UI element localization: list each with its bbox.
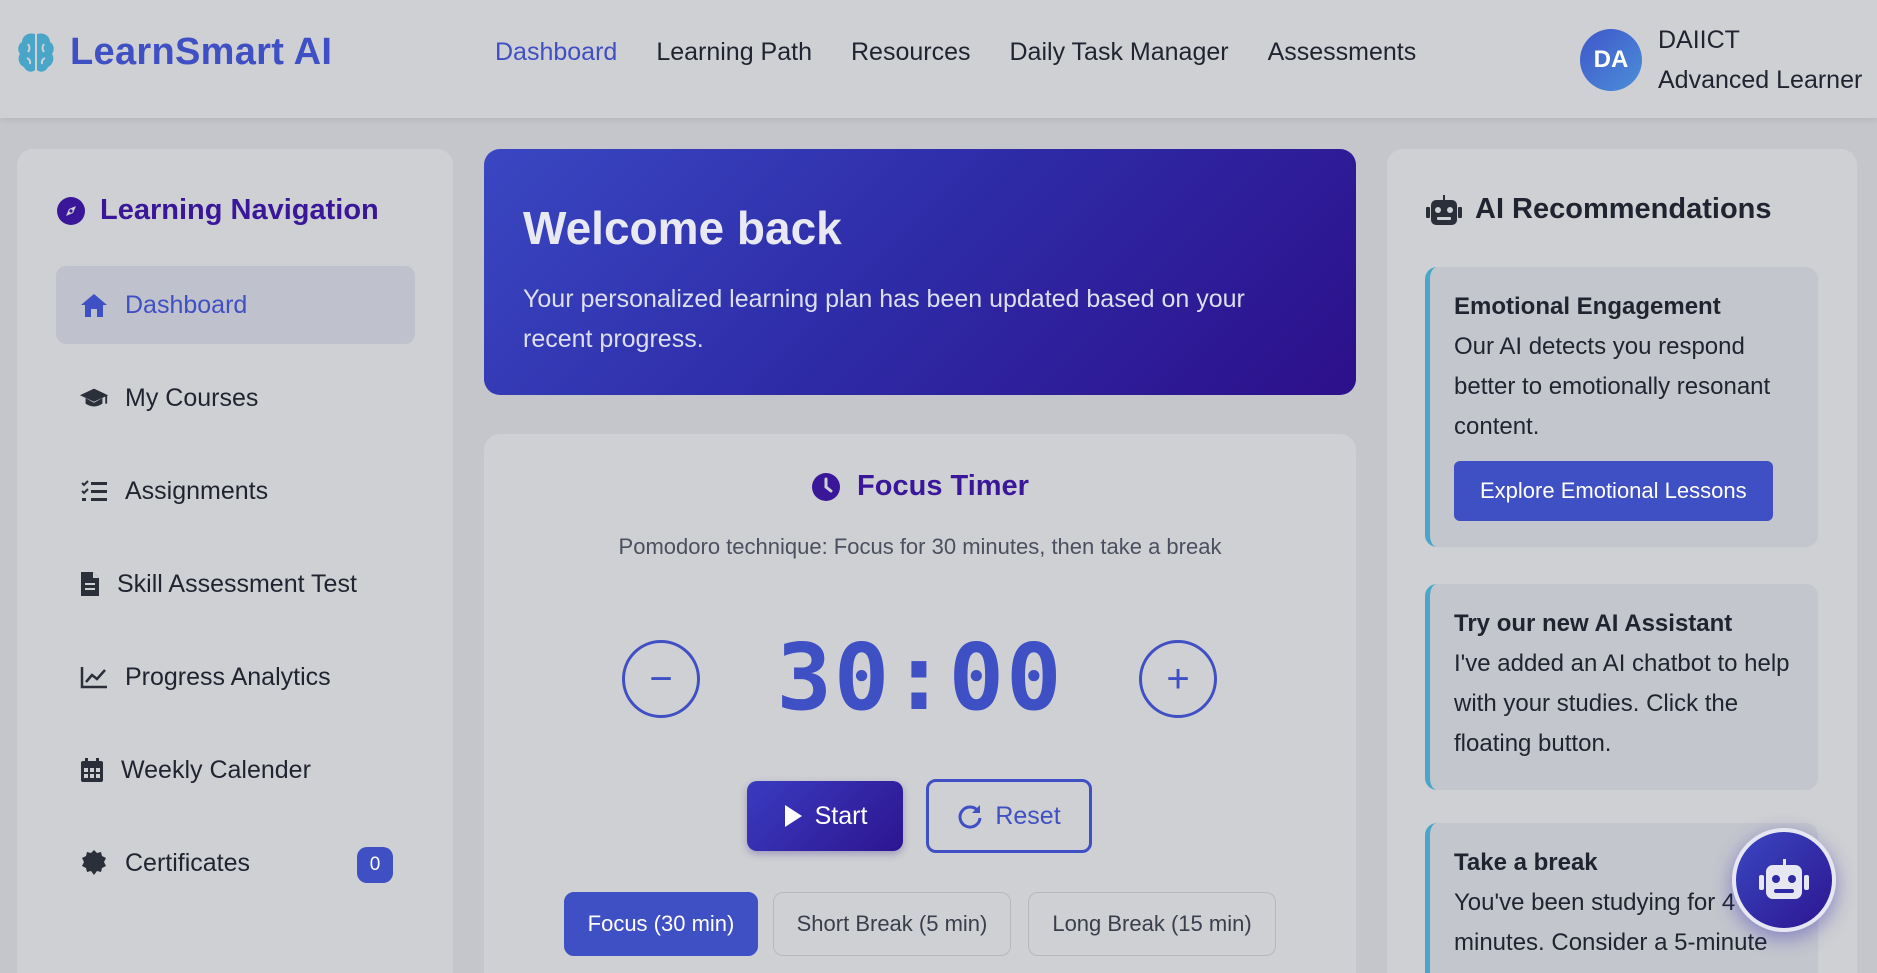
file-icon bbox=[79, 569, 101, 599]
user-name: DAIICT bbox=[1658, 26, 1740, 54]
sidebar-item-weekly-calender[interactable]: Weekly Calender bbox=[56, 731, 415, 809]
explore-emotional-lessons-button[interactable]: Explore Emotional Lessons bbox=[1454, 461, 1773, 521]
sidebar-item-label: Certificates bbox=[125, 848, 251, 877]
sidebar-item-my-courses[interactable]: My Courses bbox=[56, 359, 415, 437]
timer-title-text: Focus Timer bbox=[857, 470, 1029, 502]
timer-title: Focus Timer bbox=[484, 470, 1356, 503]
avatar[interactable]: DA bbox=[1580, 29, 1642, 91]
sidebar-item-label: Skill Assessment Test bbox=[117, 569, 357, 598]
home-icon bbox=[79, 290, 109, 320]
recommendation-title: Try our new AI Assistant bbox=[1454, 610, 1733, 637]
brain-icon bbox=[18, 33, 54, 72]
recommendation-card-emotional: Emotional Engagement Our AI detects you … bbox=[1425, 267, 1818, 547]
nav-resources[interactable]: Resources bbox=[851, 38, 971, 67]
chart-line-icon bbox=[79, 662, 109, 692]
reset-label: Reset bbox=[995, 801, 1061, 830]
welcome-message: Your personalized learning plan has been… bbox=[523, 285, 1245, 353]
user-level: Advanced Learner bbox=[1658, 66, 1863, 94]
certificate-icon bbox=[79, 848, 109, 878]
recommendation-title: Emotional Engagement bbox=[1454, 293, 1721, 320]
sidebar-item-skill-assessment-test[interactable]: Skill Assessment Test bbox=[56, 545, 415, 623]
sidebar-item-label: Dashboard bbox=[125, 290, 248, 319]
robot-icon bbox=[1426, 194, 1462, 225]
sidebar-item-label: Weekly Calender bbox=[121, 755, 311, 784]
graduation-cap-icon bbox=[79, 383, 109, 413]
sidebar-item-label: Assignments bbox=[125, 476, 269, 505]
welcome-banner: Welcome back Your personalized learning … bbox=[484, 149, 1356, 395]
sidebar-title-text: Learning Navigation bbox=[100, 194, 379, 226]
start-button[interactable]: Start bbox=[747, 781, 903, 851]
timer-subtitle: Pomodoro technique: Focus for 30 minutes… bbox=[618, 534, 1222, 559]
learning-navigation-panel: Learning Navigation Dashboard My Courses… bbox=[17, 149, 453, 973]
timer-display: 30:00 bbox=[776, 624, 1064, 731]
welcome-title: Welcome back bbox=[523, 202, 842, 254]
nav-dashboard[interactable]: Dashboard bbox=[495, 38, 617, 67]
top-header: LearnSmart AI Dashboard Learning Path Re… bbox=[0, 0, 1877, 118]
clock-icon bbox=[812, 472, 841, 501]
sidebar-item-progress-analytics[interactable]: Progress Analytics bbox=[56, 638, 415, 716]
mode-short-break[interactable]: Short Break (5 min) bbox=[773, 892, 1011, 956]
reset-button[interactable]: Reset bbox=[926, 779, 1092, 853]
recommendation-text: I've added an AI chatbot to help with yo… bbox=[1454, 650, 1790, 757]
calendar-icon bbox=[79, 755, 105, 785]
recommendations-title-text: AI Recommendations bbox=[1475, 193, 1772, 225]
nav-learning-path[interactable]: Learning Path bbox=[656, 38, 812, 67]
start-label: Start bbox=[814, 801, 868, 830]
play-icon bbox=[783, 804, 803, 828]
mode-focus[interactable]: Focus (30 min) bbox=[564, 892, 758, 956]
main-nav: Dashboard Learning Path Resources Daily … bbox=[495, 38, 1455, 67]
focus-timer-card: Focus Timer Pomodoro technique: Focus fo… bbox=[484, 434, 1356, 973]
certificates-count-badge: 0 bbox=[357, 847, 393, 883]
robot-icon bbox=[1759, 859, 1809, 899]
brand[interactable]: LearnSmart AI bbox=[16, 30, 332, 74]
recommendation-card-ai-assistant: Try our new AI Assistant I've added an A… bbox=[1425, 584, 1818, 790]
brand-name: LearnSmart AI bbox=[70, 30, 333, 73]
nav-assessments[interactable]: Assessments bbox=[1268, 38, 1417, 67]
tasks-icon bbox=[79, 476, 109, 506]
chatbot-floating-button[interactable] bbox=[1732, 828, 1836, 932]
mode-long-break[interactable]: Long Break (15 min) bbox=[1028, 892, 1276, 956]
user-profile[interactable]: DA DAIICT Advanced Learner bbox=[1580, 20, 1862, 100]
sidebar-item-dashboard[interactable]: Dashboard bbox=[56, 266, 415, 344]
recommendations-title: AI Recommendations bbox=[1425, 193, 1772, 226]
sidebar-item-label: My Courses bbox=[125, 383, 259, 412]
compass-icon bbox=[57, 196, 85, 225]
nav-daily-task-manager[interactable]: Daily Task Manager bbox=[1010, 38, 1229, 67]
sidebar-item-assignments[interactable]: Assignments bbox=[56, 452, 415, 530]
increase-time-button[interactable]: + bbox=[1139, 640, 1217, 718]
sidebar-title: Learning Navigation bbox=[56, 194, 379, 227]
sidebar-item-label: Progress Analytics bbox=[125, 662, 331, 691]
sidebar-item-certificates[interactable]: Certificates 0 bbox=[56, 824, 415, 902]
redo-icon bbox=[957, 803, 983, 829]
recommendation-text: Our AI detects you respond better to emo… bbox=[1454, 333, 1771, 440]
